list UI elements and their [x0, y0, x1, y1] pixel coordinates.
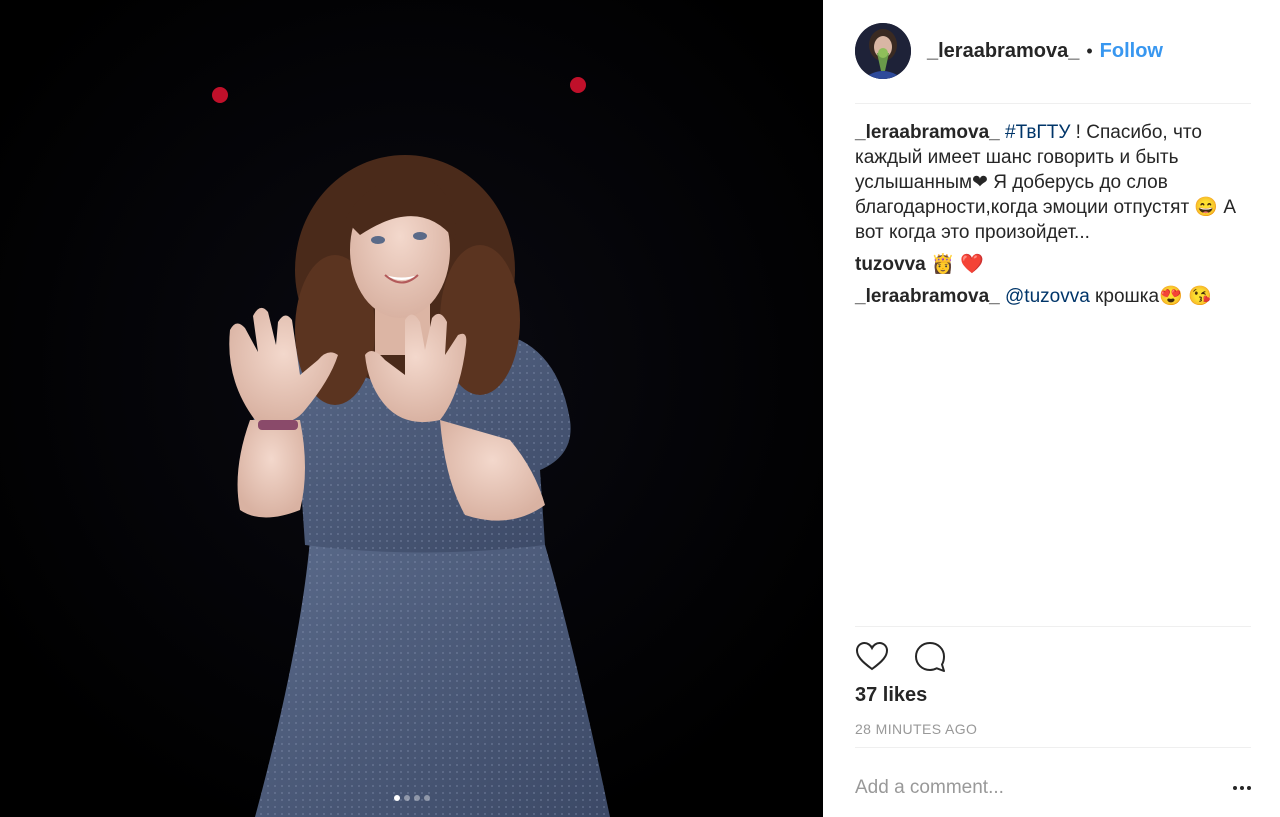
comment-author[interactable]: tuzovva — [855, 254, 926, 275]
more-options-icon[interactable] — [1233, 780, 1251, 796]
comment-text: 👸 ❤️ — [925, 254, 984, 275]
avatar-image — [855, 23, 911, 79]
more-dot — [1233, 786, 1237, 790]
carousel-dot[interactable] — [393, 795, 400, 801]
heart-icon[interactable] — [855, 640, 889, 674]
comment-item: tuzovva 👸 ❤️ — [855, 252, 1251, 277]
comment-author[interactable]: _leraabramova_ — [855, 286, 1000, 307]
photo-image — [0, 0, 823, 817]
carousel-dot[interactable] — [403, 795, 410, 801]
comment-text: крошка😍 😘 — [1089, 286, 1212, 307]
comment-input[interactable] — [855, 777, 1195, 799]
follow-button[interactable]: Follow — [1100, 40, 1163, 63]
stage-light — [212, 87, 228, 103]
comments-list: _leraabramova_ #ТвГТУ ! Спасибо, что каж… — [855, 120, 1251, 316]
post-photo[interactable] — [0, 0, 823, 817]
more-dot — [1247, 786, 1251, 790]
post-side-panel: _leraabramova_ • Follow _leraabramova_ #… — [823, 0, 1280, 817]
post-username[interactable]: _leraabramova_ — [927, 40, 1079, 63]
post-timestamp[interactable]: 28 MINUTES AGO — [855, 721, 977, 737]
separator-dot: • — [1086, 40, 1093, 61]
post-actions — [855, 640, 947, 674]
comment-item: _leraabramova_ @tuzovva крошка😍 😘 — [855, 284, 1251, 309]
comment-form — [855, 770, 1251, 806]
comment-mention[interactable]: @tuzovva — [1005, 286, 1090, 307]
post-header: _leraabramova_ • Follow — [855, 23, 1163, 79]
carousel-indicator[interactable] — [0, 795, 823, 801]
caption-author[interactable]: _leraabramova_ — [855, 122, 1000, 143]
carousel-dot[interactable] — [423, 795, 430, 801]
comment-box-divider — [855, 747, 1251, 748]
likes-count[interactable]: 37 likes — [855, 684, 927, 707]
comment-icon[interactable] — [913, 640, 947, 674]
caption: _leraabramova_ #ТвГТУ ! Спасибо, что каж… — [855, 120, 1251, 245]
avatar[interactable] — [855, 23, 911, 79]
stage-light — [570, 77, 586, 93]
more-dot — [1240, 786, 1244, 790]
carousel-dot[interactable] — [413, 795, 420, 801]
caption-hashtag[interactable]: #ТвГТУ — [1005, 122, 1070, 143]
actions-divider — [855, 626, 1251, 627]
header-divider — [855, 103, 1251, 104]
